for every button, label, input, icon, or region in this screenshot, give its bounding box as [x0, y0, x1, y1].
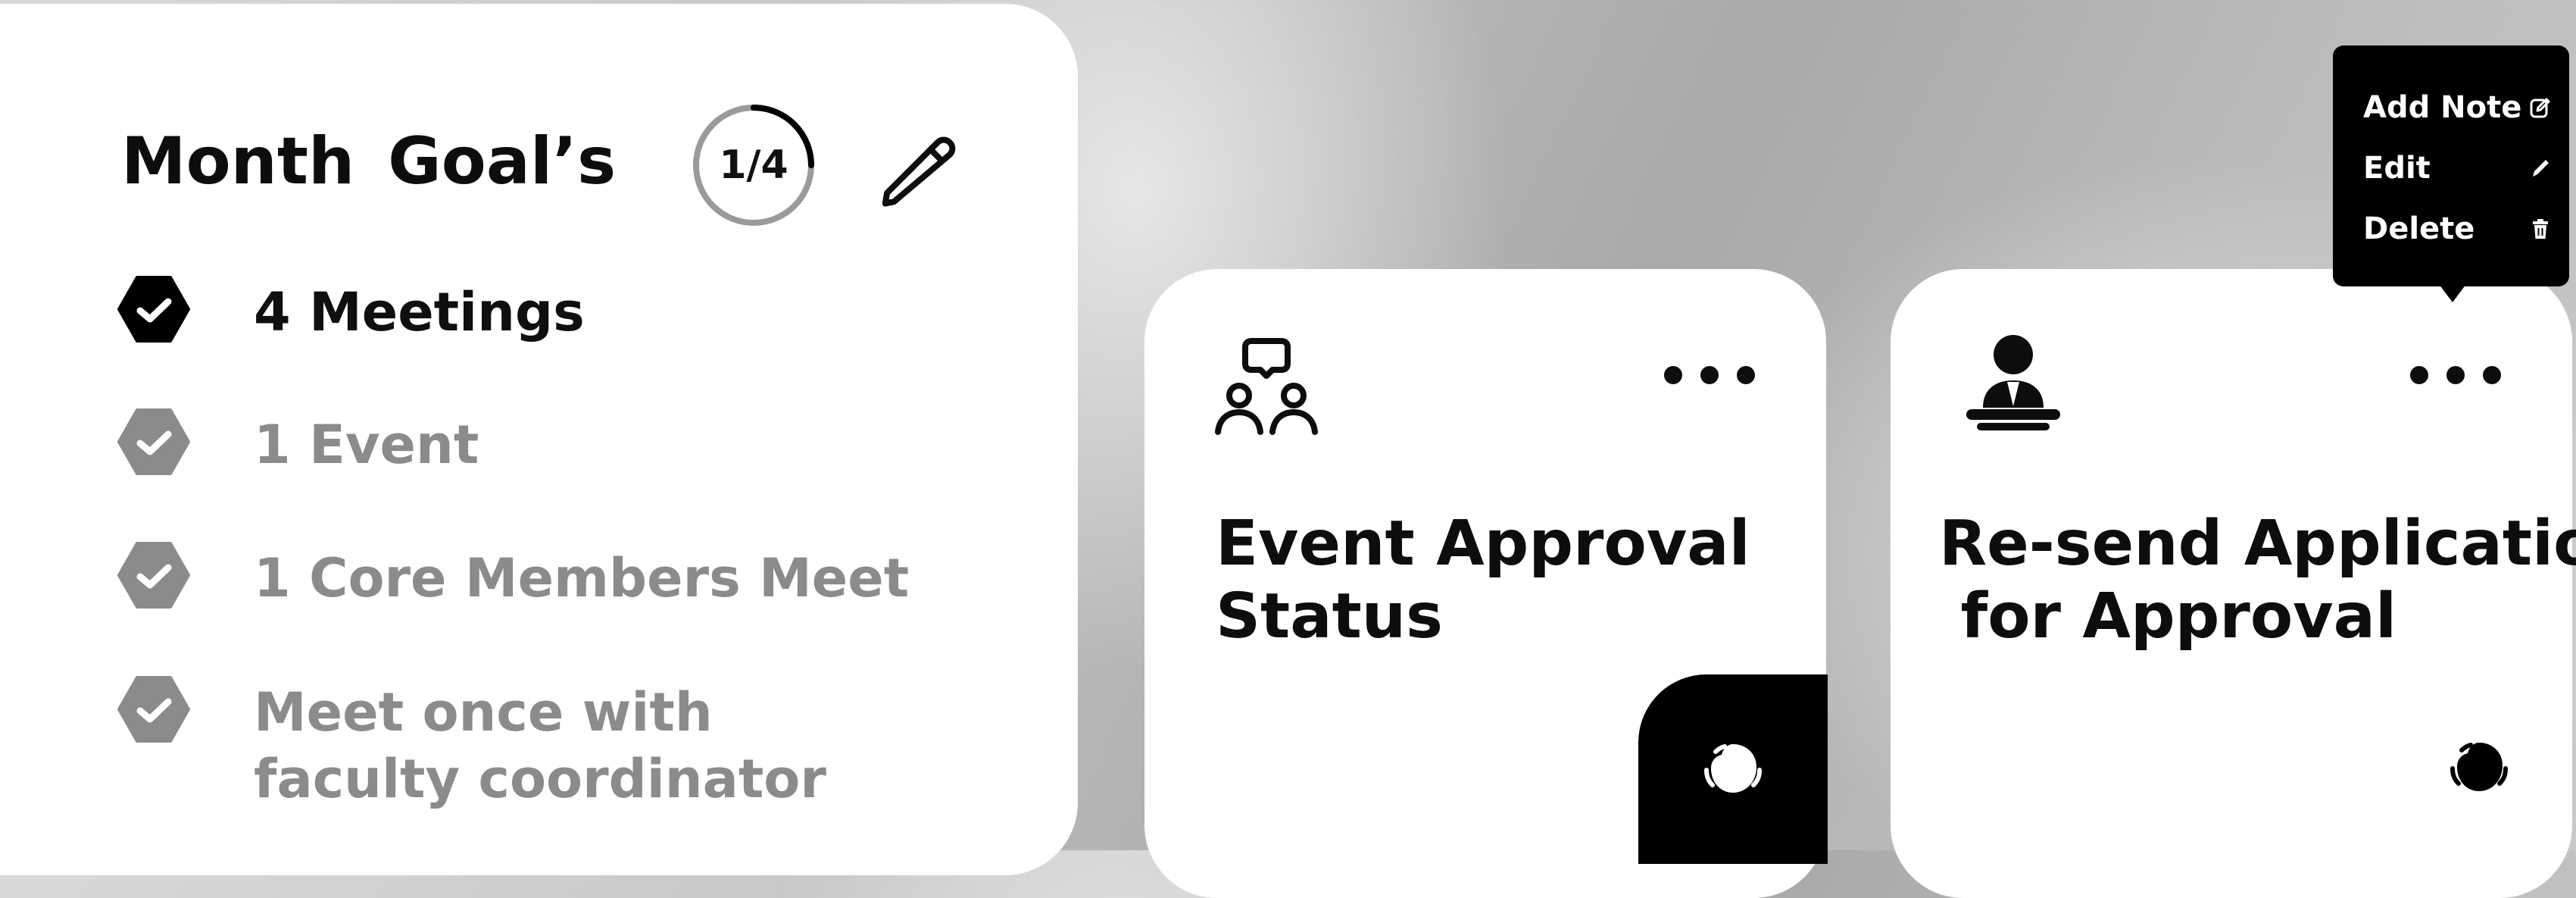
card-title: Re-send Application for Approval: [1939, 508, 2576, 652]
hexagon-check-icon: [117, 276, 190, 343]
hexagon-check-icon: [117, 408, 190, 475]
menu-item-delete[interactable]: Delete: [2363, 206, 2553, 252]
goals-title: Month Goal’s: [121, 124, 617, 199]
more-options-button[interactable]: [1664, 360, 1755, 390]
more-options-button[interactable]: [2410, 360, 2501, 390]
meeting-chat-icon: [1215, 338, 1318, 435]
note-edit-icon: [2530, 98, 2550, 118]
more-dot: [1737, 366, 1755, 384]
hexagon-check-icon: [117, 676, 190, 743]
goal-label: 1 Core Members Meet: [254, 547, 910, 609]
menu-item-label: Delete: [2363, 211, 2475, 246]
more-dot: [2446, 366, 2465, 384]
card-context-menu: Add Note Edit Delete: [2333, 45, 2569, 286]
more-dot: [2410, 366, 2428, 384]
menu-item-label: Edit: [2363, 151, 2431, 186]
more-dot: [1700, 366, 1719, 384]
month-goals-card: Month Goal’s 1/4 4 Meetings 1 Event 1 Co…: [0, 4, 1078, 875]
bug-icon[interactable]: [2445, 734, 2513, 802]
bug-icon: [1704, 744, 1762, 793]
goal-label: 4 Meetings: [254, 281, 585, 343]
pen-icon: [2533, 160, 2549, 177]
hexagon-check-icon: [117, 542, 190, 609]
more-dot: [2483, 366, 2501, 384]
pencil-icon[interactable]: [875, 125, 962, 212]
card-title: Event Approval Status: [1216, 508, 1750, 652]
menu-item-add-note[interactable]: Add Note: [2363, 85, 2553, 130]
menu-pointer: [2439, 284, 2466, 302]
menu-item-edit[interactable]: Edit: [2363, 145, 2553, 191]
presenter-podium-icon: [1966, 335, 2060, 430]
trash-icon: [2533, 219, 2548, 239]
menu-item-label: Add Note: [2363, 90, 2522, 125]
goal-label: Meet once with faculty coordinator: [254, 681, 826, 810]
more-dot: [1664, 366, 1682, 384]
goal-label: 1 Event: [254, 414, 479, 476]
progress-count: 1/4: [719, 142, 788, 188]
